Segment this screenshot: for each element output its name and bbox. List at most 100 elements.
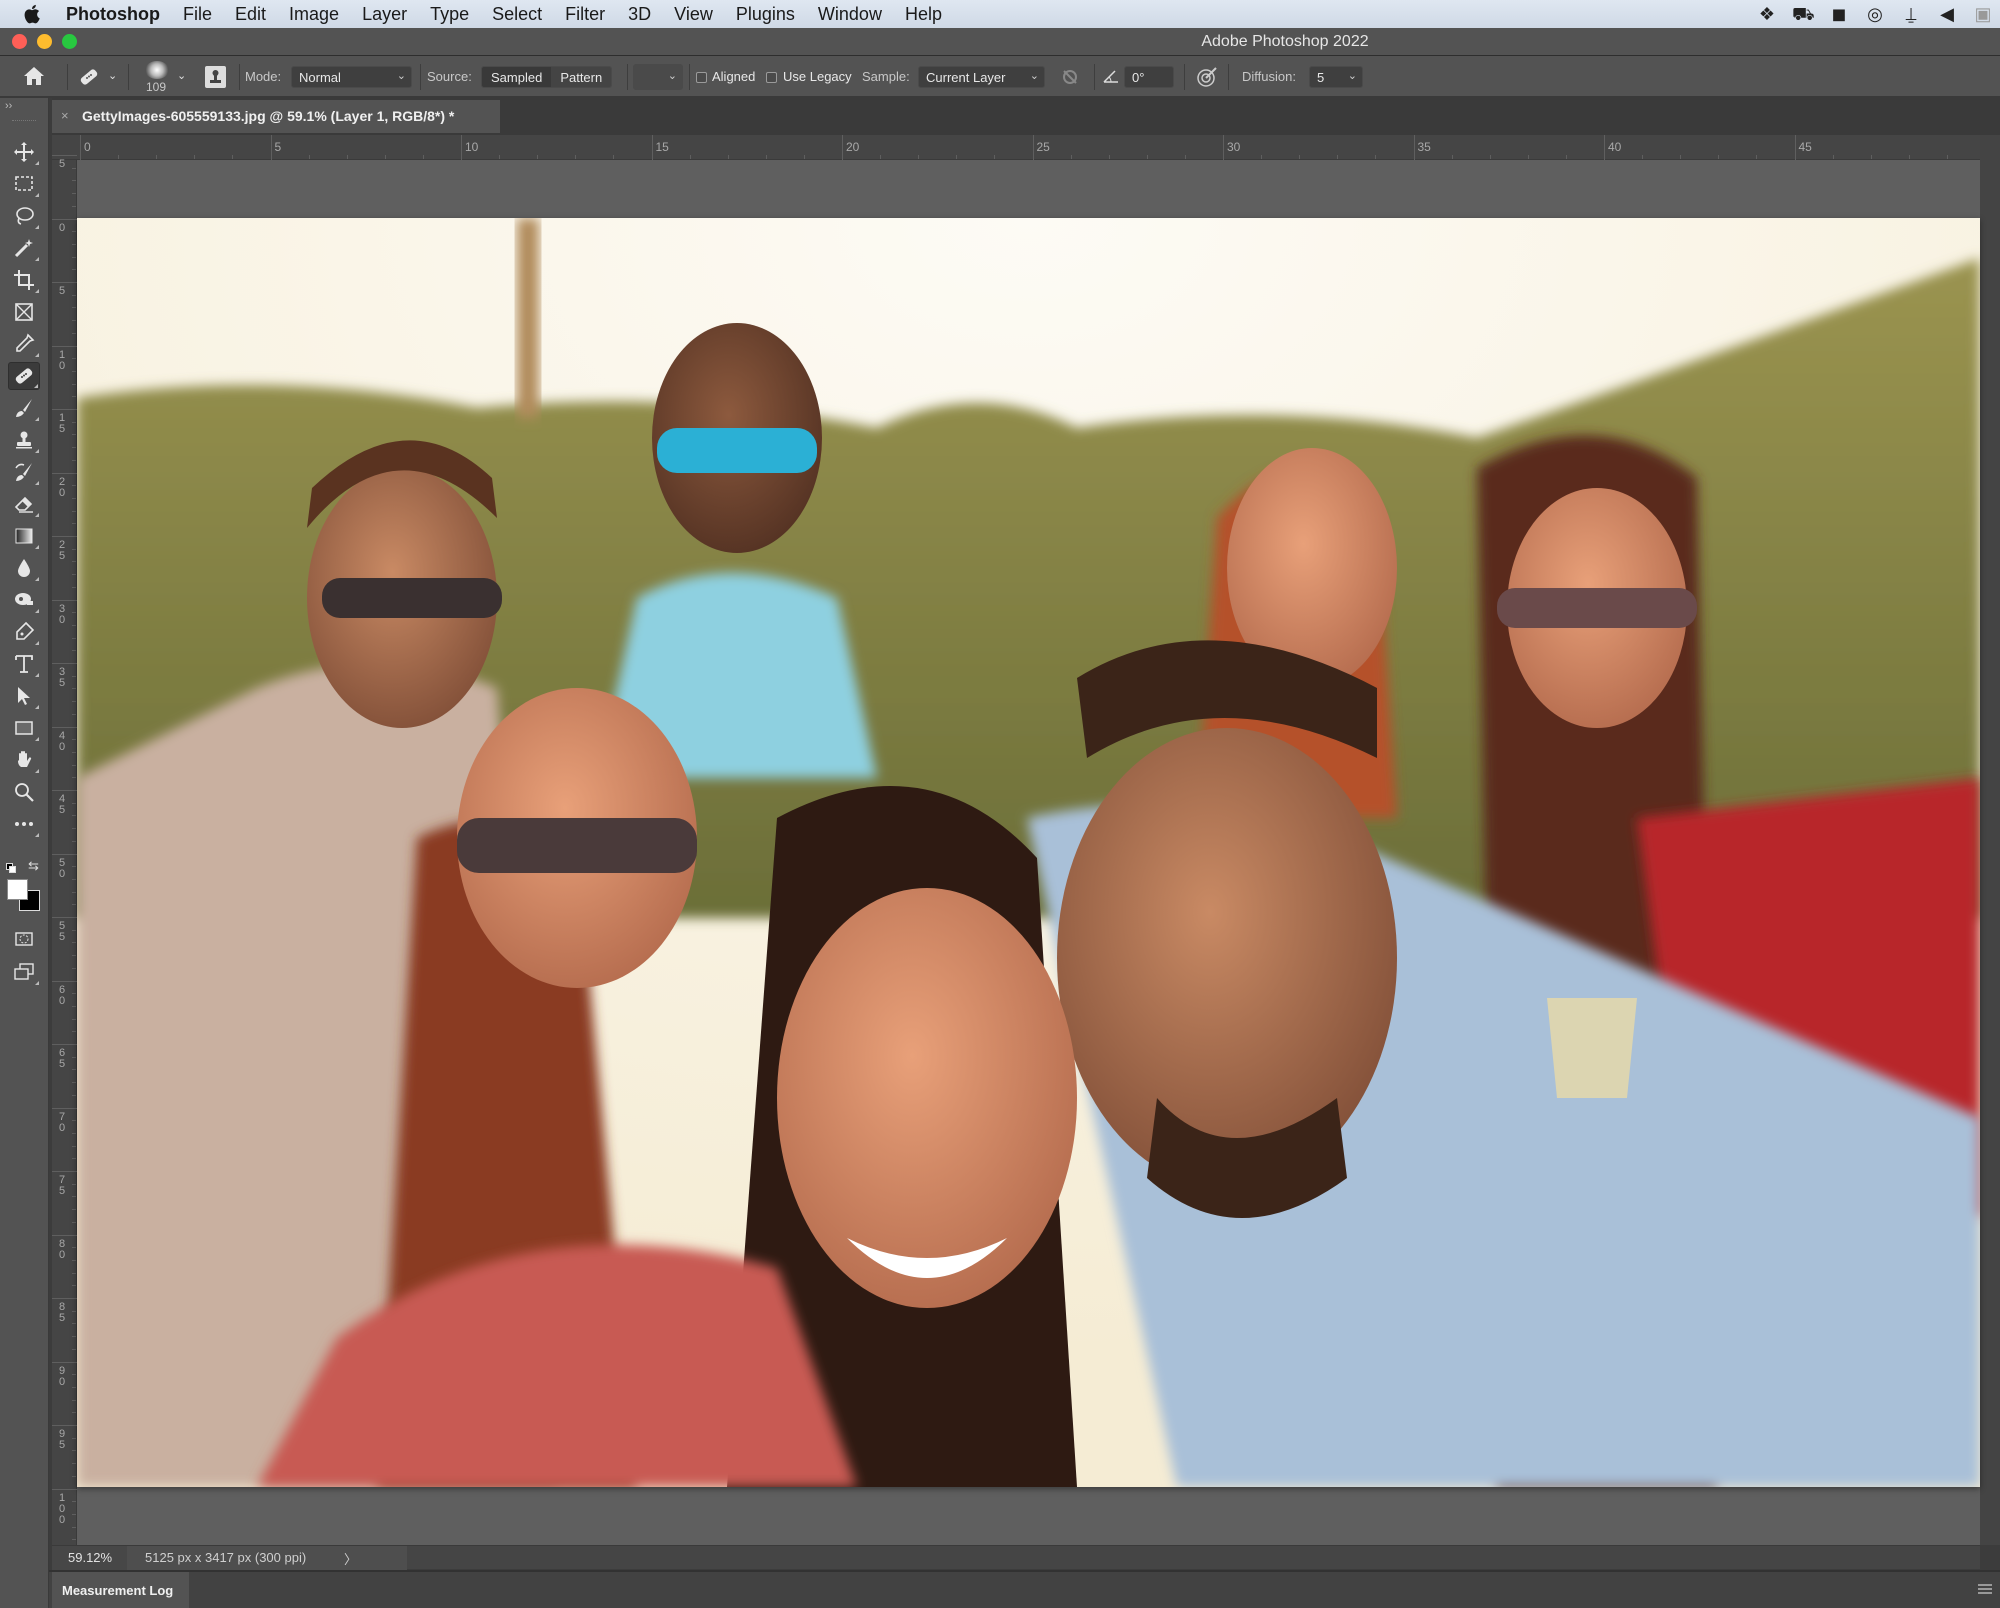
history-brush-tool[interactable]: [8, 458, 40, 486]
ruler-minor-tick: [72, 1209, 76, 1211]
document-tab[interactable]: × GettyImages-605559133.jpg @ 59.1% (Lay…: [52, 100, 500, 133]
stamp-icon: [16, 431, 32, 449]
angle-input[interactable]: 0°: [1124, 66, 1174, 88]
crop-tool[interactable]: [8, 266, 40, 294]
menu-view[interactable]: View: [674, 4, 713, 25]
panel-menu-icon[interactable]: [1978, 1584, 1992, 1594]
menu-3d[interactable]: 3D: [628, 4, 651, 25]
brush-tool[interactable]: [8, 394, 40, 422]
canvas-scroll-area[interactable]: [1980, 135, 2000, 1545]
clone-source-icon[interactable]: [205, 66, 226, 88]
forklift-icon[interactable]: ⛟: [1792, 4, 1815, 24]
type-tool[interactable]: [8, 650, 40, 678]
rectangle-tool[interactable]: [8, 714, 40, 742]
ruler-minor-tick: [994, 155, 996, 159]
quick-mask-button[interactable]: [8, 925, 40, 953]
clone-stamp-tool[interactable]: [8, 426, 40, 454]
home-icon[interactable]: [23, 66, 45, 89]
gradient-tool[interactable]: [8, 522, 40, 550]
ruler-minor-tick: [1146, 155, 1148, 159]
volume-icon[interactable]: ◀: [1936, 4, 1958, 24]
frame-tool[interactable]: [8, 298, 40, 326]
train-icon[interactable]: ▣: [1972, 4, 1994, 24]
ruler-minor-tick: [72, 205, 76, 207]
chevron-down-icon: ⌄: [1347, 70, 1357, 82]
vertical-ruler[interactable]: 5 0 5 10 15 20 25 30 35 40 45 50 55 60 65 70 75 80 85 90 95 1…: [52, 155, 77, 1545]
ruler-minor-tick: [72, 1501, 76, 1503]
document-info[interactable]: 5125 px x 3417 px (300 ppi): [127, 1546, 407, 1570]
1password-icon[interactable]: ◎: [1864, 4, 1886, 24]
menu-type[interactable]: Type: [430, 4, 469, 25]
eyedropper-tool[interactable]: [8, 330, 40, 358]
ruler-minor-tick: [72, 1196, 76, 1198]
menu-layer[interactable]: Layer: [362, 4, 407, 25]
document-canvas-photo[interactable]: [77, 218, 1980, 1487]
menu-help[interactable]: Help: [905, 4, 942, 25]
menu-file[interactable]: File: [183, 4, 212, 25]
rectangular-marquee-tool[interactable]: [8, 170, 40, 198]
healing-brush-tool[interactable]: [8, 362, 40, 390]
brush-picker-chevron-icon[interactable]: ⌄: [177, 69, 186, 82]
zoom-level-field[interactable]: 59.12%: [52, 1546, 127, 1570]
magic-wand-tool[interactable]: [8, 234, 40, 262]
ruler-tick: 45: [52, 790, 77, 816]
ruler-minor-tick: [1832, 155, 1834, 159]
default-colors-icon[interactable]: [6, 863, 16, 873]
foreground-color-swatch[interactable]: [7, 879, 28, 900]
menu-edit[interactable]: Edit: [235, 4, 266, 25]
ruler-label: 35: [58, 666, 66, 689]
swap-colors-icon[interactable]: ⇆: [28, 858, 39, 874]
blur-tool[interactable]: [8, 554, 40, 582]
ruler-minor-tick: [72, 1272, 76, 1274]
healing-brush-icon[interactable]: [78, 66, 100, 91]
dodge-tool[interactable]: [8, 586, 40, 614]
panel-grip[interactable]: [12, 120, 36, 123]
menu-filter[interactable]: Filter: [565, 4, 605, 25]
ruler-minor-tick: [72, 815, 76, 817]
collapse-panel-icon[interactable]: ››: [5, 100, 12, 112]
aligned-checkbox[interactable]: [696, 72, 707, 83]
menu-plugins[interactable]: Plugins: [736, 4, 795, 25]
brush-preview-icon[interactable]: [145, 61, 169, 79]
sample-dropdown[interactable]: Current Layer ⌄: [918, 66, 1045, 88]
pen-tool[interactable]: [8, 618, 40, 646]
broom-icon[interactable]: ⍊: [1900, 4, 1922, 24]
eraser-tool[interactable]: [8, 490, 40, 518]
move-tool[interactable]: [8, 138, 40, 166]
apple-logo-icon[interactable]: [22, 3, 44, 25]
ruler-minor-tick: [72, 574, 76, 576]
ruler-minor-tick: [72, 269, 76, 271]
edit-toolbar-button[interactable]: [8, 810, 40, 838]
ruler-minor-tick: [72, 1463, 76, 1465]
close-tab-icon[interactable]: ×: [61, 108, 69, 123]
menu-photoshop[interactable]: Photoshop: [66, 4, 160, 25]
path-selection-tool[interactable]: [8, 682, 40, 710]
status-menu-arrow-icon[interactable]: 〉: [344, 1549, 357, 1568]
ruler-minor-tick: [72, 1399, 76, 1401]
horizontal-ruler[interactable]: 05101520253035404550556065707580859095: [52, 135, 2000, 160]
source-sampled-button[interactable]: Sampled: [482, 67, 552, 87]
ruler-tick: 95: [52, 1425, 77, 1451]
camera-monitor-icon[interactable]: ◼: [1828, 4, 1850, 24]
brush-size-value[interactable]: 109: [146, 80, 166, 94]
ignore-adjustment-layers-icon[interactable]: [1061, 68, 1079, 89]
pressure-size-icon[interactable]: [1196, 66, 1218, 91]
lasso-tool[interactable]: [8, 202, 40, 230]
measurement-log-tab[interactable]: Measurement Log: [52, 1572, 189, 1608]
menu-window[interactable]: Window: [818, 4, 882, 25]
zoom-tool[interactable]: [8, 778, 40, 806]
diffusion-dropdown[interactable]: 5 ⌄: [1309, 66, 1363, 88]
hand-tool[interactable]: [8, 746, 40, 774]
mode-dropdown[interactable]: Normal ⌄: [291, 66, 412, 88]
menu-select[interactable]: Select: [492, 4, 542, 25]
dropbox-icon[interactable]: ❖: [1756, 4, 1778, 24]
tool-preset-chevron-icon[interactable]: ⌄: [108, 69, 117, 82]
screen-mode-button[interactable]: [8, 958, 40, 986]
ruler-minor-tick: [72, 180, 76, 182]
source-pattern-button[interactable]: Pattern: [551, 67, 612, 87]
use-legacy-checkbox[interactable]: [766, 72, 777, 83]
menu-image[interactable]: Image: [289, 4, 339, 25]
pattern-picker[interactable]: ⌄: [633, 64, 683, 90]
ruler-minor-tick: [72, 294, 76, 296]
ruler-minor-tick: [72, 1158, 76, 1160]
